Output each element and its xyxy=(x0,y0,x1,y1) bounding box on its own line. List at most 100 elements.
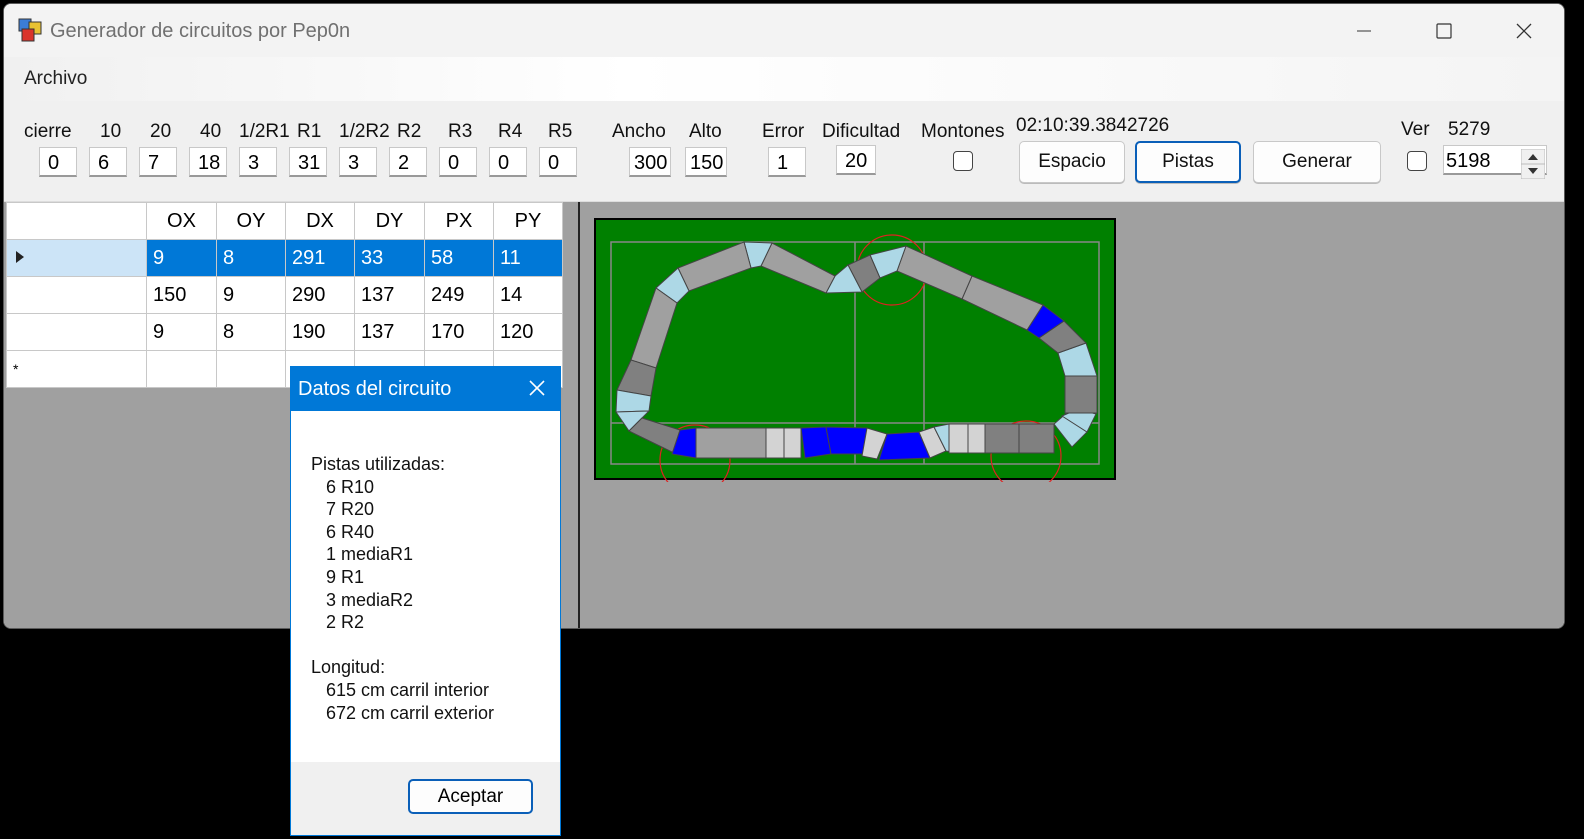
table-cell[interactable]: 11 xyxy=(493,239,563,277)
table-cell[interactable]: 190 xyxy=(285,313,355,351)
input-r3[interactable]: 0 xyxy=(439,147,477,177)
table-cell[interactable]: 9 xyxy=(146,313,217,351)
input-error[interactable]: 1 xyxy=(768,147,806,177)
input-10[interactable]: 6 xyxy=(89,147,127,177)
table-cell[interactable]: 170 xyxy=(424,313,494,351)
close-icon xyxy=(1516,23,1532,38)
table-cell[interactable]: 137 xyxy=(354,276,425,314)
aceptar-button[interactable]: Aceptar xyxy=(408,779,533,814)
maximize-icon xyxy=(1436,22,1452,39)
input-r5[interactable]: 0 xyxy=(539,147,577,177)
label-montones: Montones xyxy=(921,121,1005,142)
label-half-r1: 1/2R1 xyxy=(239,121,290,142)
window-title: Generador de circuitos por Pep0n xyxy=(50,20,351,42)
app-icon xyxy=(18,18,42,42)
title-bar[interactable]: Generador de circuitos por Pep0n xyxy=(4,4,1564,57)
elapsed-time: 02:10:39.3842726 xyxy=(1016,115,1170,136)
input-r4[interactable]: 0 xyxy=(489,147,527,177)
input-half-r1[interactable]: 3 xyxy=(239,147,277,177)
longitud-item: 672 cm carril exterior xyxy=(326,702,495,723)
table-cell[interactable]: 9 xyxy=(146,239,217,277)
seed-spinner[interactable] xyxy=(1521,149,1545,179)
table-cell[interactable]: 9 xyxy=(216,276,286,314)
row-header[interactable] xyxy=(6,276,147,314)
table-cell[interactable]: 33 xyxy=(354,239,425,277)
dialog-message: Pistas utilizadas: 6 R10 7 R20 6 R40 1 m… xyxy=(311,453,494,724)
dialog-title-bar[interactable]: Datos del circuito xyxy=(291,367,560,411)
pista-item: 6 R10 xyxy=(326,476,375,497)
table-cell[interactable]: 291 xyxy=(285,239,355,277)
table-row: 9 8 291 33 58 11 xyxy=(6,239,563,277)
label-dificultad: Dificultad xyxy=(822,121,901,142)
dialog-footer: Aceptar xyxy=(291,762,560,835)
menu-archivo[interactable]: Archivo xyxy=(24,68,87,90)
close-button[interactable] xyxy=(1484,4,1564,57)
row-header-selected[interactable] xyxy=(6,239,147,277)
input-20[interactable]: 7 xyxy=(139,147,177,177)
col-header-dy[interactable]: DY xyxy=(354,202,425,240)
longitud-item: 615 cm carril interior xyxy=(326,679,490,700)
minimize-button[interactable] xyxy=(1324,4,1404,57)
pista-item: 6 R40 xyxy=(326,521,375,542)
input-half-r2[interactable]: 3 xyxy=(339,147,377,177)
longitud-header: Longitud: xyxy=(311,657,386,678)
table-row: 150 9 290 137 249 14 xyxy=(6,276,563,314)
parameters-toolbar: cierre 0 10 6 20 7 40 18 1/2R1 3 R1 31 1… xyxy=(4,101,1564,202)
row-header[interactable] xyxy=(6,313,147,351)
table-row: 9 8 190 137 170 120 xyxy=(6,313,563,351)
input-r2[interactable]: 2 xyxy=(389,147,427,177)
col-header-dx[interactable]: DX xyxy=(285,202,355,240)
table-cell[interactable]: 8 xyxy=(216,313,286,351)
content-area: OX OY DX DY PX PY 9 8 291 33 58 11 150 9… xyxy=(4,202,1564,628)
ver-count: 5279 xyxy=(1448,119,1491,140)
new-row-marker[interactable]: * xyxy=(6,350,147,388)
col-header-px[interactable]: PX xyxy=(424,202,494,240)
table-cell[interactable]: 14 xyxy=(493,276,563,314)
circuit-data-dialog: Datos del circuito Pistas utilizadas: 6 … xyxy=(290,366,561,836)
label-r2: R2 xyxy=(397,121,422,142)
table-cell[interactable]: 290 xyxy=(285,276,355,314)
input-r1[interactable]: 31 xyxy=(289,147,327,177)
col-header-oy[interactable]: OY xyxy=(216,202,286,240)
label-alto: Alto xyxy=(689,121,722,142)
label-r3: R3 xyxy=(448,121,473,142)
generar-button[interactable]: Generar xyxy=(1253,141,1381,183)
input-cierre[interactable]: 0 xyxy=(39,147,77,177)
table-cell[interactable]: 58 xyxy=(424,239,494,277)
label-error: Error xyxy=(762,121,805,142)
montones-checkbox[interactable] xyxy=(953,151,973,171)
table-cell[interactable]: 150 xyxy=(146,276,217,314)
label-r4: R4 xyxy=(498,121,523,142)
dialog-title: Datos del circuito xyxy=(298,378,452,400)
maximize-button[interactable] xyxy=(1404,4,1484,57)
col-header-py[interactable]: PY xyxy=(493,202,563,240)
input-alto[interactable]: 150 xyxy=(685,147,727,177)
grid-corner xyxy=(6,202,147,240)
label-r5: R5 xyxy=(548,121,573,142)
table-cell[interactable]: 8 xyxy=(216,239,286,277)
input-40[interactable]: 18 xyxy=(189,147,227,177)
table-cell[interactable]: 120 xyxy=(493,313,563,351)
pista-item: 1 mediaR1 xyxy=(326,544,414,565)
pista-item: 9 R1 xyxy=(326,566,365,587)
dialog-close-icon[interactable] xyxy=(526,377,548,399)
input-dificultad[interactable]: 20 xyxy=(836,145,876,175)
table-cell[interactable]: 137 xyxy=(354,313,425,351)
minimize-icon xyxy=(1357,30,1371,31)
table-cell[interactable] xyxy=(146,350,217,388)
table-cell[interactable] xyxy=(216,350,286,388)
label-10: 10 xyxy=(100,121,122,142)
pista-item: 2 R2 xyxy=(326,612,365,633)
input-ancho[interactable]: 300 xyxy=(629,147,671,177)
table-cell[interactable]: 249 xyxy=(424,276,494,314)
col-header-ox[interactable]: OX xyxy=(146,202,217,240)
pistas-button[interactable]: Pistas xyxy=(1135,141,1241,183)
circuit-preview xyxy=(594,218,1116,482)
current-row-arrow-icon xyxy=(16,250,24,263)
espacio-button[interactable]: Espacio xyxy=(1019,141,1125,183)
ver-checkbox[interactable] xyxy=(1407,151,1427,171)
pista-item: 3 mediaR2 xyxy=(326,589,414,610)
label-40: 40 xyxy=(200,121,222,142)
label-20: 20 xyxy=(150,121,172,142)
app-window: Generador de circuitos por Pep0n Archivo… xyxy=(3,3,1565,629)
